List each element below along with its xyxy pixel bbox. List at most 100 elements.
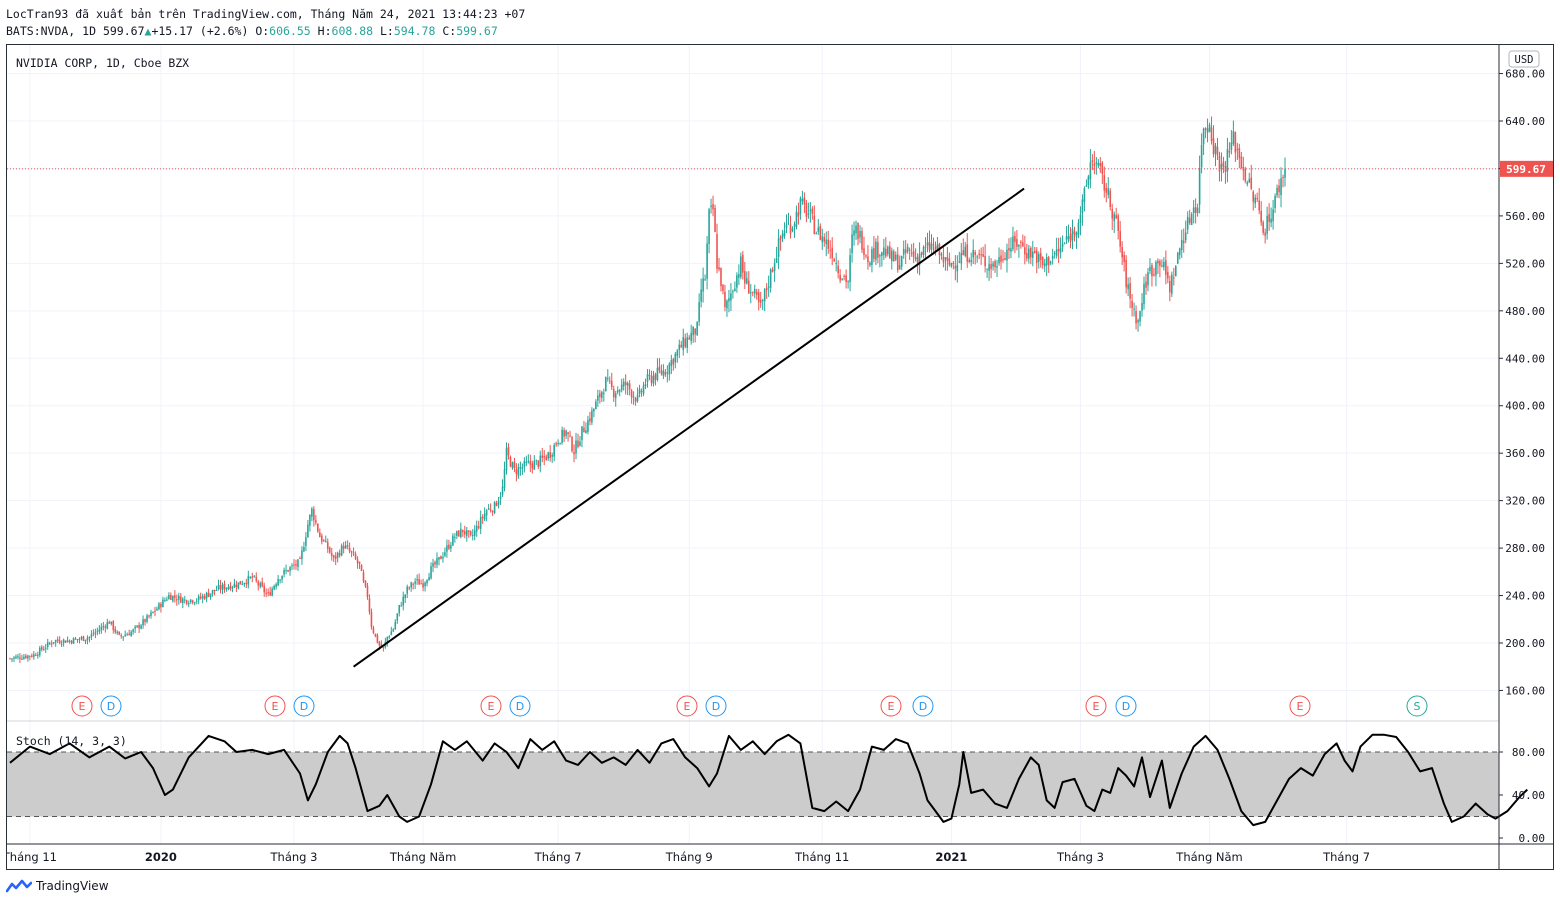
event-earnings-marker[interactable]: E <box>880 695 902 717</box>
event-earnings-marker[interactable]: E <box>1085 695 1107 717</box>
event-label: D <box>107 700 115 713</box>
candle-body <box>821 236 824 243</box>
candle-body <box>219 585 222 590</box>
candle-body <box>1236 148 1239 151</box>
candle-body <box>487 508 490 510</box>
candle-body <box>513 461 516 469</box>
event-dividend-marker[interactable]: D <box>100 695 122 717</box>
candles[interactable] <box>9 116 1286 664</box>
tradingview-brand[interactable]: TradingView <box>36 879 109 893</box>
candle-body <box>553 444 555 457</box>
candle-body <box>80 637 83 639</box>
candle-body <box>92 633 95 635</box>
event-earnings-marker[interactable]: E <box>264 695 286 717</box>
event-dividend-marker[interactable]: D <box>912 695 934 717</box>
candle-body <box>833 259 835 262</box>
candle-body <box>646 374 649 382</box>
candle-body <box>680 344 683 348</box>
candle-body <box>606 378 609 380</box>
candle-body <box>406 586 408 594</box>
event-earnings-marker[interactable]: E <box>71 695 93 717</box>
candle-body <box>458 530 460 537</box>
candle-body <box>1004 258 1006 260</box>
candle-body <box>352 552 355 554</box>
candle-body <box>338 553 341 556</box>
event-earnings-marker[interactable]: E <box>1289 695 1311 717</box>
chart-canvas[interactable]: EDEDEDEDEDEDES 680.00640.00600.00560.005… <box>7 45 1553 869</box>
candle-body <box>1028 248 1030 259</box>
event-markers[interactable]: EDEDEDEDEDEDES <box>71 695 1428 717</box>
candle-body <box>865 255 867 257</box>
candle-body <box>545 456 548 460</box>
candle-body <box>652 375 655 384</box>
candle-body <box>1262 222 1264 233</box>
candle-body <box>986 268 988 270</box>
candle-body <box>571 437 573 452</box>
candle-body <box>1264 232 1266 236</box>
candle-body <box>1151 265 1153 277</box>
candle-body <box>529 460 532 465</box>
candle-body <box>463 531 466 535</box>
event-dividend-marker[interactable]: D <box>509 695 531 717</box>
event-earnings-marker[interactable]: E <box>480 695 502 717</box>
candle-body <box>1171 274 1173 294</box>
candle-body <box>859 230 861 238</box>
candle-body <box>869 262 871 266</box>
tradingview-logo-icon[interactable] <box>6 879 32 893</box>
candle-body <box>624 382 627 386</box>
candle-body <box>847 281 849 283</box>
candle-body <box>307 524 309 538</box>
candle-body <box>843 276 845 278</box>
candle-body <box>1115 215 1118 219</box>
candle-body <box>1145 281 1147 288</box>
event-split-marker[interactable]: S <box>1406 695 1428 717</box>
price-tick-label: 640.00 <box>1505 115 1545 128</box>
candle-body <box>1097 162 1100 166</box>
candle-body <box>1083 188 1086 202</box>
candle-body <box>1049 261 1052 264</box>
time-axis[interactable]: Tháng 11 2020 Tháng 3 Tháng Năm Tháng 7 Tháng… <box>7 850 1370 864</box>
candle-body <box>54 640 57 643</box>
candle-body <box>1258 200 1260 211</box>
candle-body <box>442 556 444 559</box>
candle-body <box>166 599 168 601</box>
candle-body <box>781 233 784 238</box>
candle-body <box>777 238 780 258</box>
candle-body <box>398 605 401 614</box>
candle-body <box>269 592 271 596</box>
event-dividend-marker[interactable]: D <box>705 695 727 717</box>
candle-body <box>702 278 704 292</box>
candle-body <box>579 441 581 446</box>
stoch-axis[interactable]: 80.00 40.00 0.00 <box>1499 746 1545 845</box>
candle-body <box>174 595 176 598</box>
event-dividend-marker[interactable]: D <box>1115 695 1137 717</box>
candle-body <box>730 293 732 301</box>
candle-body <box>861 230 863 250</box>
candle-body <box>537 460 540 467</box>
candle-body <box>795 211 798 228</box>
candle-body <box>106 622 109 629</box>
candle-body <box>229 585 232 590</box>
candle-body <box>501 486 504 496</box>
candle-body <box>1095 162 1098 164</box>
candle-body <box>1280 178 1282 196</box>
candle-body <box>718 267 720 270</box>
candle-body <box>644 384 647 386</box>
candle-body <box>783 230 786 237</box>
candle-body <box>551 455 553 457</box>
candle-body <box>392 629 395 632</box>
candle-body <box>378 642 381 646</box>
candle-body <box>638 389 641 394</box>
candle-body <box>662 370 665 376</box>
candle-body <box>1230 142 1233 151</box>
candle-body <box>914 257 917 260</box>
candle-body <box>710 205 712 207</box>
candle-body <box>309 515 311 526</box>
event-earnings-marker[interactable]: E <box>676 695 698 717</box>
candle-body <box>1037 254 1040 262</box>
event-dividend-marker[interactable]: D <box>293 695 315 717</box>
candle-body <box>813 215 816 234</box>
candle-body <box>479 516 482 529</box>
candle-body <box>962 250 965 255</box>
candle-body <box>672 358 675 365</box>
